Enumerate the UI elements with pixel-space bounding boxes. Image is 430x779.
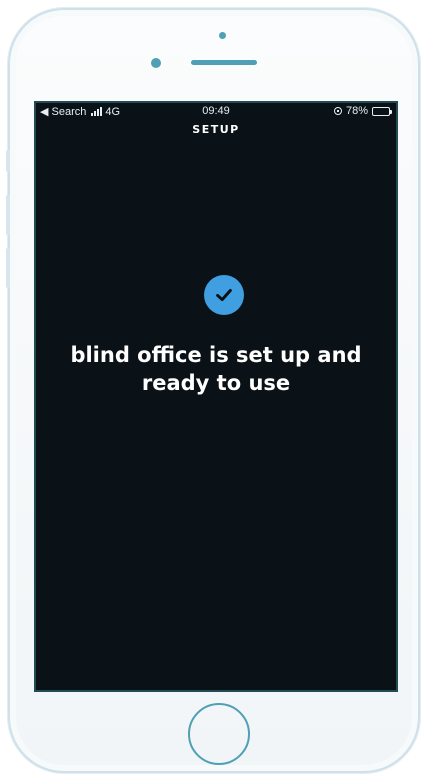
rotation-lock-icon: [333, 107, 342, 115]
silent-switch: [6, 150, 10, 172]
checkmark-circle-icon: [204, 275, 244, 315]
page-title: SETUP: [192, 123, 240, 136]
battery-icon: [372, 106, 392, 116]
earpiece-speaker: [191, 60, 257, 65]
status-right: 78%: [333, 105, 392, 117]
checkmark-icon: [216, 288, 232, 302]
setup-complete-message: blind office is set up and ready to use: [70, 343, 362, 395]
volume-up-button: [6, 195, 10, 235]
volume-down-button: [6, 248, 10, 288]
phone-screen: ◀ Search 4G 09:49 78% SETUP blind office…: [34, 101, 398, 692]
phone-frame: ◀ Search 4G 09:49 78% SETUP blind office…: [6, 8, 420, 773]
battery-percent: 78%: [345, 105, 368, 117]
home-button[interactable]: [188, 703, 250, 765]
status-bar: ◀ Search 4G 09:49 78%: [36, 103, 396, 119]
front-camera: [151, 58, 161, 68]
proximity-sensor: [219, 32, 226, 39]
